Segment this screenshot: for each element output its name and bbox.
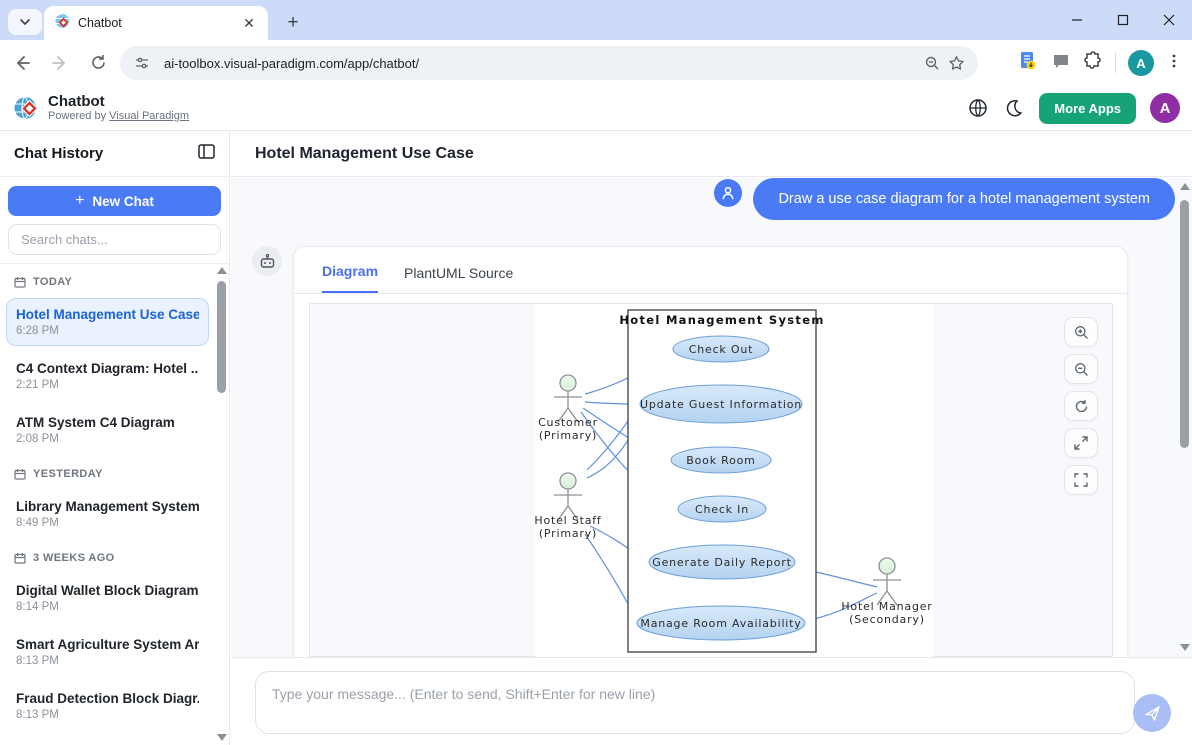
- actor-customer: [554, 375, 582, 422]
- expand-button[interactable]: [1064, 428, 1098, 458]
- docs-offline-extension-icon[interactable]: [1017, 50, 1039, 77]
- chat-group-header: YESTERDAY: [0, 456, 215, 484]
- app-logo: [12, 94, 40, 127]
- robot-icon: [259, 253, 276, 270]
- usecase-diagram-image: Hotel Management System Check Out Update…: [535, 304, 933, 657]
- svg-text:Book Room: Book Room: [686, 454, 755, 467]
- actor-hotel-staff: [554, 473, 582, 520]
- svg-text:Customer: Customer: [538, 416, 598, 429]
- calendar-icon: [14, 276, 26, 288]
- tab-diagram[interactable]: Diagram: [322, 263, 378, 293]
- chat-messages-area: Draw a use case diagram for a hotel mana…: [231, 178, 1192, 657]
- chat-item[interactable]: ATM System C4 Diagram 2:08 PM: [6, 406, 209, 454]
- composer-bar: [231, 657, 1192, 745]
- calendar-icon: [14, 552, 26, 564]
- person-icon: [720, 185, 736, 201]
- chat-scrollbar[interactable]: [1178, 180, 1191, 655]
- svg-text:Check Out: Check Out: [689, 343, 753, 356]
- chat-item[interactable]: C4 Context Diagram: Hotel ... 2:21 PM: [6, 352, 209, 400]
- svg-text:(Primary): (Primary): [539, 429, 597, 442]
- user-message-avatar: [714, 179, 742, 207]
- calendar-icon: [14, 468, 26, 480]
- svg-text:Generate Daily Report: Generate Daily Report: [652, 556, 791, 569]
- plus-icon: +: [75, 192, 84, 210]
- app-title: Chatbot: [48, 93, 189, 110]
- collapse-sidebar-icon[interactable]: [198, 144, 215, 164]
- bookmark-star-icon[interactable]: [944, 51, 968, 75]
- more-apps-button[interactable]: More Apps: [1039, 93, 1136, 124]
- window-maximize-button[interactable]: [1100, 0, 1146, 40]
- bot-avatar: [252, 246, 282, 276]
- new-chat-button[interactable]: +New Chat: [8, 186, 221, 216]
- reset-zoom-button[interactable]: [1064, 391, 1098, 421]
- reload-button[interactable]: [84, 49, 112, 77]
- chevron-down-icon: [19, 16, 31, 28]
- system-title: Hotel Management System: [619, 313, 824, 327]
- send-plane-icon: [1144, 705, 1161, 722]
- chat-item[interactable]: Hotel Management Use Case 6:28 PM: [6, 298, 209, 346]
- message-input[interactable]: [255, 671, 1135, 734]
- forward-button[interactable]: [46, 49, 74, 77]
- back-button[interactable]: [8, 49, 36, 77]
- fullscreen-button[interactable]: [1064, 465, 1098, 495]
- zoom-page-icon[interactable]: [920, 51, 944, 75]
- tab-search-button[interactable]: [8, 9, 42, 35]
- chat-group-header: TODAY: [0, 264, 215, 292]
- tab-favicon: [54, 13, 70, 34]
- language-globe-icon[interactable]: [967, 97, 989, 119]
- svg-text:Update Guest Information: Update Guest Information: [640, 398, 802, 411]
- page-title: Hotel Management Use Case: [255, 145, 474, 163]
- app-user-avatar[interactable]: A: [1150, 93, 1180, 123]
- zoom-in-button[interactable]: [1064, 317, 1098, 347]
- visual-paradigm-link[interactable]: Visual Paradigm: [109, 110, 189, 122]
- sidepanel-extension-icon[interactable]: [1051, 51, 1071, 76]
- browser-titlebar: Chatbot ✕ +: [0, 0, 1192, 40]
- powered-by-text: Powered by Visual Paradigm: [48, 110, 189, 122]
- url-bar[interactable]: ai-toolbox.visual-paradigm.com/app/chatb…: [120, 46, 978, 80]
- send-button[interactable]: [1133, 694, 1171, 732]
- search-chats-input[interactable]: [8, 224, 221, 255]
- window-minimize-button[interactable]: [1054, 0, 1100, 40]
- toolbar-divider: [1115, 53, 1116, 73]
- browser-menu-icon[interactable]: [1166, 53, 1182, 74]
- dark-mode-moon-icon[interactable]: [1003, 97, 1025, 119]
- window-close-button[interactable]: [1146, 0, 1192, 40]
- chat-item[interactable]: Smart Agriculture System Ar... 8:13 PM: [6, 628, 209, 676]
- svg-text:(Secondary): (Secondary): [849, 613, 925, 626]
- tab-plantuml-source[interactable]: PlantUML Source: [404, 265, 513, 293]
- tab-title: Chatbot: [78, 16, 232, 30]
- browser-tab[interactable]: Chatbot ✕: [44, 6, 268, 40]
- svg-text:Hotel Manager: Hotel Manager: [841, 600, 932, 613]
- diagram-viewport[interactable]: Hotel Management System Check Out Update…: [309, 303, 1113, 657]
- chat-history-list: TODAY Hotel Management Use Case 6:28 PM …: [0, 264, 215, 745]
- zoom-out-button[interactable]: [1064, 354, 1098, 384]
- new-tab-button[interactable]: +: [280, 10, 306, 36]
- chat-history-title: Chat History: [14, 145, 103, 162]
- svg-text:Manage Room Availability: Manage Room Availability: [640, 617, 801, 630]
- site-settings-icon[interactable]: [130, 51, 154, 75]
- assistant-response-card: Diagram PlantUML Source: [293, 246, 1128, 657]
- tab-close-icon[interactable]: ✕: [240, 14, 258, 32]
- url-text: ai-toolbox.visual-paradigm.com/app/chatb…: [164, 56, 920, 71]
- user-message-bubble: Draw a use case diagram for a hotel mana…: [753, 178, 1175, 220]
- extensions-puzzle-icon[interactable]: [1083, 51, 1103, 76]
- chat-item[interactable]: Library Management System... 8:49 PM: [6, 490, 209, 538]
- svg-text:Hotel Staff: Hotel Staff: [535, 514, 602, 527]
- actor-hotel-manager: [873, 558, 901, 605]
- chat-item[interactable]: Fraud Detection Block Diagr... 8:13 PM: [6, 682, 209, 730]
- sidebar-scrollbar[interactable]: [215, 264, 228, 745]
- svg-text:(Primary): (Primary): [539, 527, 597, 540]
- browser-profile-avatar[interactable]: A: [1128, 50, 1154, 76]
- chat-group-header: 3 WEEKS AGO: [0, 540, 215, 568]
- chat-item[interactable]: Digital Wallet Block Diagram 8:14 PM: [6, 574, 209, 622]
- svg-text:Check In: Check In: [695, 503, 749, 516]
